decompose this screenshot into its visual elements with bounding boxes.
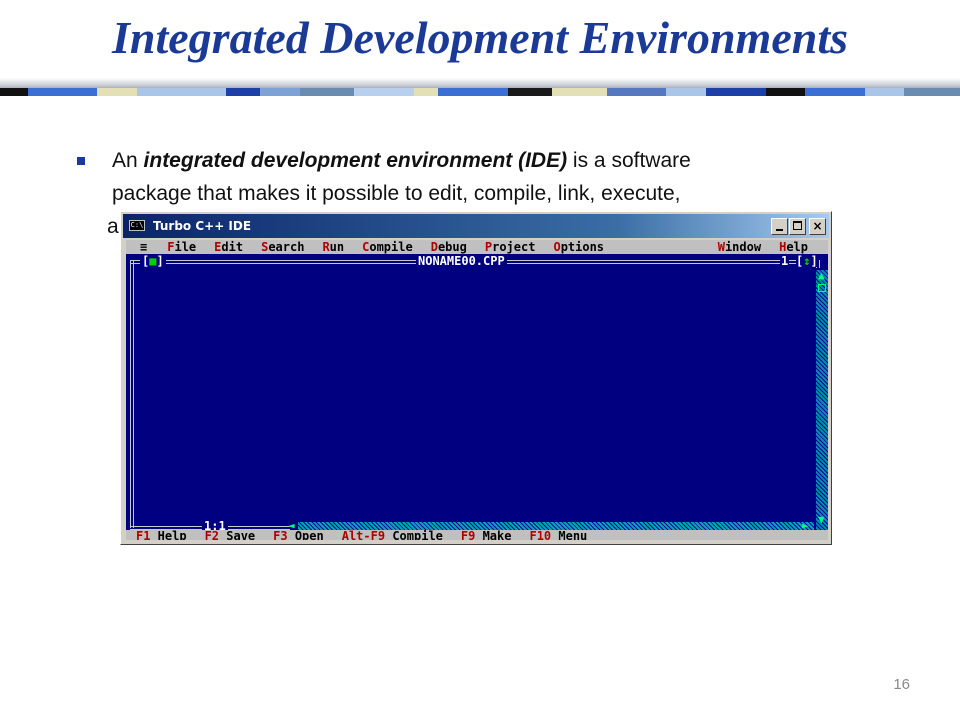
system-menu-icon[interactable]: ≡ <box>140 240 147 254</box>
vertical-scrollbar[interactable] <box>816 270 828 530</box>
status-open[interactable]: F3 Open <box>273 530 324 540</box>
console-icon[interactable]: C:\ <box>129 220 145 231</box>
menu-debug[interactable]: Debug <box>431 240 467 254</box>
menu-options[interactable]: Options <box>553 240 604 254</box>
vertical-scroll-thumb[interactable] <box>818 284 826 292</box>
status-menu[interactable]: F10 Menu <box>529 530 587 540</box>
menu-window[interactable]: Window <box>718 240 761 254</box>
status-compile[interactable]: Alt-F9 Compile <box>342 530 443 540</box>
ide-statusbar: F1 Help F2 Save F3 Open Alt-F9 Compile F… <box>126 530 828 540</box>
minimize-button[interactable] <box>771 218 788 235</box>
scroll-up-arrow-icon[interactable]: ▲ <box>818 270 825 281</box>
zoom-box[interactable]: [↕] <box>796 255 818 267</box>
bullet-line1-rest: is a software <box>567 149 691 172</box>
window-close-box[interactable]: [■] <box>140 255 166 267</box>
page-number: 16 <box>893 676 910 693</box>
bullet-prefix: An <box>112 149 144 172</box>
bullet-line3-partial: a <box>107 215 119 238</box>
menu-compile[interactable]: Compile <box>362 240 413 254</box>
menu-edit[interactable]: Edit <box>214 240 243 254</box>
maximize-icon <box>793 221 802 230</box>
bullet-paragraph: An integrated development environment (I… <box>112 144 902 210</box>
editor-filename: NONAME00.CPP <box>416 254 507 268</box>
menu-right-group: Window Help <box>718 240 828 254</box>
bullet-term: integrated development environment (IDE) <box>143 149 568 172</box>
menu-run[interactable]: Run <box>322 240 344 254</box>
menu-help[interactable]: Help <box>779 240 808 254</box>
status-save[interactable]: F2 Save <box>205 530 256 540</box>
window-title: Turbo C++ IDE <box>153 219 252 233</box>
title-stripe-bar <box>0 88 960 96</box>
ide-menubar: ≡ File Edit Search Run Compile Debug Pro… <box>126 240 828 254</box>
menu-project[interactable]: Project <box>485 240 536 254</box>
window-number: 1 <box>780 254 790 268</box>
window-titlebar[interactable]: C:\ Turbo C++ IDE × <box>123 214 829 238</box>
dos-screen[interactable]: ≡ File Edit Search Run Compile Debug Pro… <box>126 240 828 540</box>
status-help[interactable]: F1 Help <box>136 530 187 540</box>
frame-left-border <box>130 260 134 528</box>
status-make[interactable]: F9 Make <box>461 530 512 540</box>
slide-title: Integrated Development Environments <box>112 12 848 63</box>
menu-file[interactable]: File <box>167 240 196 254</box>
close-icon: × <box>812 219 823 233</box>
minimize-icon <box>776 229 783 231</box>
turbo-cpp-window: C:\ Turbo C++ IDE × ≡ File Edit Search R… <box>120 211 832 545</box>
bullet-line2: package that makes it possible to edit, … <box>112 182 681 205</box>
maximize-button[interactable] <box>789 218 806 235</box>
scroll-down-arrow-icon[interactable]: ▼ <box>818 514 825 525</box>
close-button[interactable]: × <box>809 218 826 235</box>
bullet-marker <box>77 157 85 165</box>
menu-search[interactable]: Search <box>261 240 304 254</box>
